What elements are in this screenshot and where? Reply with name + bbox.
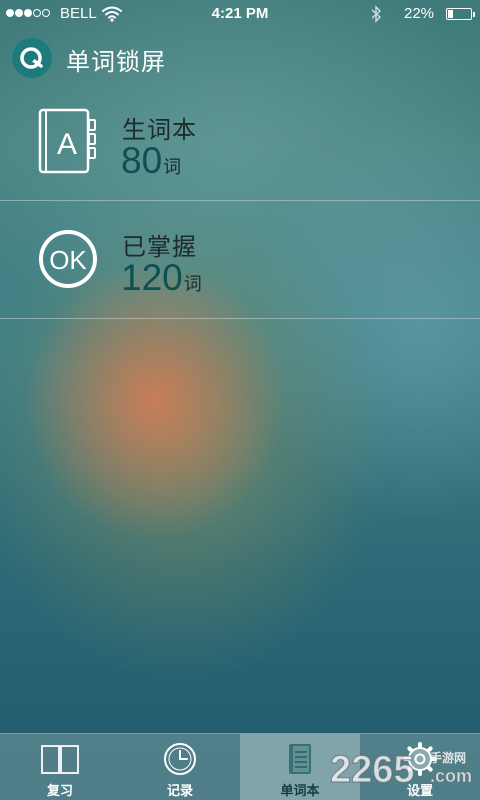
tab-review[interactable]: 复习: [0, 734, 120, 800]
battery-percent: 22%: [404, 5, 435, 22]
status-bar: BELL 4:21 PM 22%: [0, 0, 480, 28]
tab-records[interactable]: 记录: [120, 734, 240, 800]
page-title: 单词锁屏: [66, 48, 166, 76]
app-header: 单词锁屏: [0, 34, 480, 80]
svg-text:.com: .com: [430, 766, 472, 786]
mastered-row[interactable]: OK 已掌握 120词: [0, 201, 480, 319]
vocab-book-count: 80词: [121, 140, 181, 182]
mastered-count-unit: 词: [183, 274, 202, 295]
divider: [0, 318, 480, 319]
open-book-icon: [40, 742, 80, 776]
tab-records-label: 记录: [166, 784, 193, 799]
notebook-icon: [280, 742, 320, 776]
svg-text:手游网: 手游网: [430, 750, 466, 765]
battery-icon: [446, 8, 472, 20]
watermark-logo: 2265 手游网 .com: [329, 744, 480, 794]
battery-tip: [473, 12, 475, 17]
vocab-count-unit: 词: [163, 157, 182, 178]
svg-text:2265: 2265: [330, 749, 415, 791]
svg-text:A: A: [57, 128, 77, 161]
mastered-count: 120词: [121, 257, 202, 299]
vocab-book-row[interactable]: A 生词本 80词: [0, 84, 480, 202]
ok-circle-icon: OK: [34, 223, 106, 295]
lock-screen: BELL 4:21 PM 22% 单词锁屏 A 生词本 80词 OK 已掌握 1…: [0, 0, 480, 800]
clock-icon: [160, 742, 200, 776]
book-a-icon: A: [34, 106, 106, 178]
app-logo-icon[interactable]: [12, 38, 52, 78]
mastered-count-number: 120: [121, 257, 183, 298]
tab-review-label: 复习: [46, 784, 73, 799]
svg-text:OK: OK: [49, 245, 87, 275]
bluetooth-icon: [370, 5, 382, 27]
vocab-count-number: 80: [121, 140, 163, 181]
